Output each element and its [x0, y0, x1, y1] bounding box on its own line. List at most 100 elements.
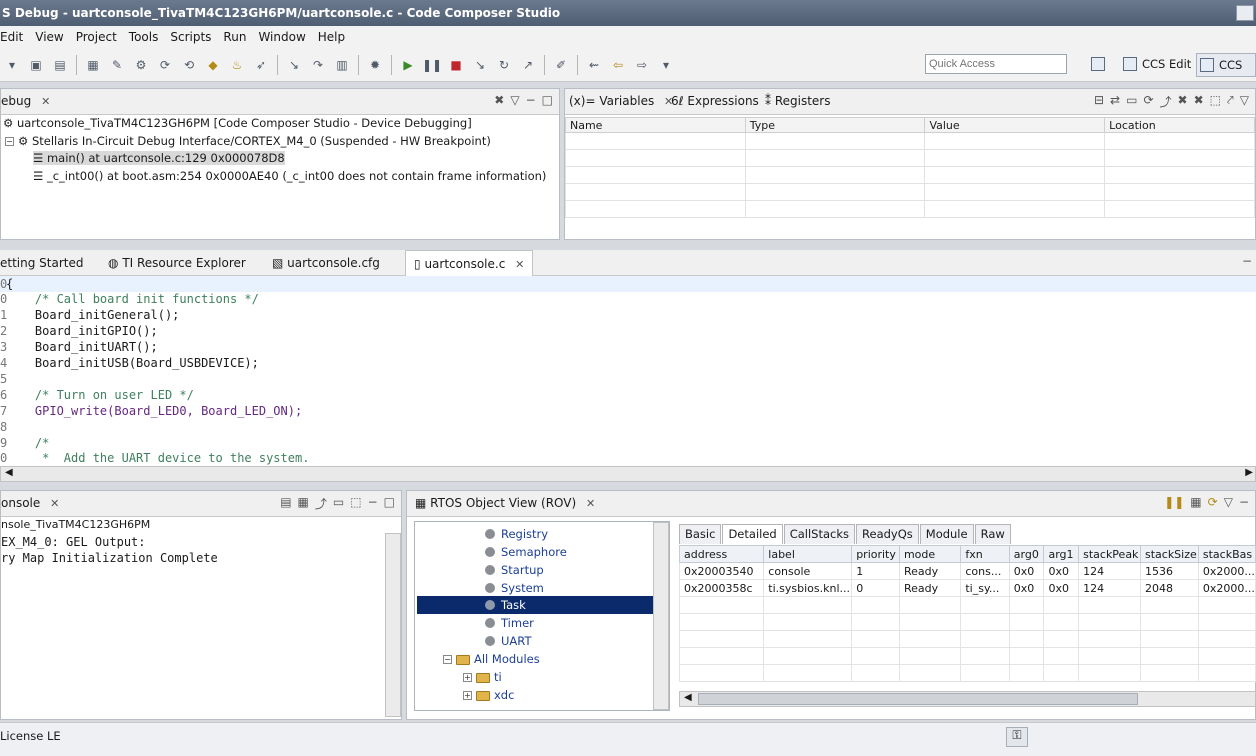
- column-header-location[interactable]: Location: [1104, 117, 1255, 133]
- minimize-icon[interactable]: −: [1239, 495, 1249, 509]
- maximize-icon[interactable]: □: [384, 495, 395, 512]
- tree-item-system[interactable]: System: [485, 579, 544, 597]
- menu-project[interactable]: Project: [76, 30, 123, 44]
- close-icon[interactable]: ✕: [41, 95, 50, 108]
- view-menu-icon[interactable]: ▽: [1224, 495, 1233, 509]
- add-global-icon[interactable]: ⤴: [1160, 93, 1172, 110]
- load-icon[interactable]: ◆: [204, 56, 222, 74]
- tree-node-xdc[interactable]: + xdc: [463, 686, 514, 704]
- table-row[interactable]: 0x20003540 console 1 Ready cons... 0x0 0…: [678, 562, 1256, 580]
- minimize-button[interactable]: [1236, 5, 1254, 21]
- tree-item-startup[interactable]: Startup: [485, 561, 544, 579]
- build-config-icon[interactable]: ⚙: [132, 56, 150, 74]
- debug-target-row[interactable]: − ⚙ Stellaris In-Circuit Debug Interface/…: [5, 134, 491, 148]
- scrollbar-thumb[interactable]: [698, 693, 1138, 705]
- expand-icon[interactable]: +: [463, 673, 472, 682]
- tools-icon[interactable]: ➶: [252, 56, 270, 74]
- column-header-stackpeak[interactable]: stackPeak: [1078, 545, 1141, 563]
- notification-icon[interactable]: ⚿: [1006, 727, 1028, 747]
- column-header-priority[interactable]: priority: [851, 545, 900, 563]
- tab-registers[interactable]: ⁑ Registers: [765, 94, 831, 108]
- flash-icon[interactable]: ♨: [228, 56, 246, 74]
- open-console-icon[interactable]: ⬚: [350, 495, 361, 512]
- export-icon[interactable]: ⤤: [1227, 93, 1234, 110]
- editor-horizontal-scrollbar[interactable]: ◀ ▶: [0, 466, 1256, 482]
- step-over-icon[interactable]: ↷: [309, 56, 327, 74]
- terminate-icon[interactable]: ■: [447, 56, 465, 74]
- column-header-arg0[interactable]: arg0: [1008, 545, 1045, 563]
- collapse-all-icon[interactable]: ⊟: [1094, 93, 1104, 110]
- scroll-left-icon[interactable]: ◀: [5, 467, 13, 478]
- column-header-address[interactable]: address: [678, 545, 765, 563]
- tab-detailed[interactable]: Detailed: [722, 524, 783, 544]
- stack-frame-main[interactable]: ☰ main() at uartconsole.c:129 0x000078D8: [33, 151, 285, 165]
- menu-help[interactable]: Help: [318, 30, 351, 44]
- refresh-icon[interactable]: ⟳: [1208, 495, 1218, 509]
- tab-variables[interactable]: (x)= Variables ✕: [569, 94, 673, 108]
- tab-basic[interactable]: Basic: [679, 524, 722, 544]
- column-header-fxn[interactable]: fxn: [960, 545, 1010, 563]
- tree-node-all-modules[interactable]: − All Modules: [443, 650, 540, 668]
- tab-uartconsole-cfg[interactable]: ▧ uartconsole.cfg: [272, 256, 380, 270]
- table-view-icon[interactable]: ▦: [1190, 495, 1201, 509]
- tab-rov[interactable]: ▦ RTOS Object View (ROV) ✕: [415, 496, 595, 510]
- menu-edit[interactable]: Edit: [0, 30, 29, 44]
- column-header-stackbase[interactable]: stackBas: [1197, 545, 1256, 563]
- connect-icon[interactable]: ⟳: [156, 56, 174, 74]
- rov-tree-scrollbar[interactable]: [653, 522, 669, 710]
- column-header-stacksize[interactable]: stackSize: [1139, 545, 1199, 563]
- tab-raw[interactable]: Raw: [974, 524, 1011, 544]
- menu-tools[interactable]: Tools: [129, 30, 165, 44]
- column-header-type[interactable]: Type: [744, 117, 926, 133]
- table-row[interactable]: 0x2000358c ti.sysbios.knl... 0 Ready ti_…: [678, 579, 1256, 597]
- tab-readyqs[interactable]: ReadyQs: [856, 524, 919, 544]
- tree-item-semaphore[interactable]: Semaphore: [485, 543, 567, 561]
- resume-icon[interactable]: ▶: [399, 56, 417, 74]
- menu-window[interactable]: Window: [258, 30, 311, 44]
- layout-icon[interactable]: ▭: [1126, 93, 1137, 110]
- close-icon[interactable]: ✕: [50, 497, 59, 510]
- scroll-lock-icon[interactable]: ▦: [298, 495, 309, 512]
- menu-scripts[interactable]: Scripts: [170, 30, 217, 44]
- remove-terminated-icon[interactable]: ✖: [494, 93, 504, 107]
- last-edit-icon[interactable]: ⇜: [585, 56, 603, 74]
- save-all-icon[interactable]: ▤: [51, 56, 69, 74]
- perspective-ccs-edit[interactable]: CCS Edit: [1120, 53, 1192, 77]
- remove-all-icon[interactable]: ✖: [1194, 93, 1204, 110]
- tree-item-task[interactable]: Task: [417, 596, 655, 614]
- pause-icon[interactable]: ❚❚: [1164, 495, 1184, 509]
- expand-icon[interactable]: +: [463, 691, 472, 700]
- column-header-label[interactable]: label: [763, 545, 853, 563]
- tab-debug[interactable]: ebug ✕: [1, 94, 50, 108]
- disconnect-icon[interactable]: ⟲: [180, 56, 198, 74]
- tree-item-uart[interactable]: UART: [485, 632, 531, 650]
- view-menu-icon[interactable]: ▽: [510, 93, 519, 107]
- back-icon[interactable]: ⇦: [609, 56, 627, 74]
- dropdown-icon[interactable]: ▾: [657, 56, 675, 74]
- console-vertical-scrollbar[interactable]: [385, 533, 401, 717]
- rov-table-horizontal-scrollbar[interactable]: ◀: [679, 691, 1256, 707]
- step-over-icon[interactable]: ↻: [495, 56, 513, 74]
- minimize-icon[interactable]: −: [526, 93, 536, 107]
- view-menu-icon[interactable]: ▽: [1240, 93, 1249, 110]
- forward-icon[interactable]: ⇨: [633, 56, 651, 74]
- close-icon[interactable]: ✕: [515, 258, 524, 271]
- console-output[interactable]: EX_M4_0: GEL Output: ry Map Initializati…: [1, 534, 218, 566]
- build-icon[interactable]: ✎: [108, 56, 126, 74]
- column-header-name[interactable]: Name: [565, 117, 746, 133]
- pin-console-icon[interactable]: ⤴: [315, 495, 327, 512]
- tab-uartconsole-c[interactable]: ▯ uartconsole.c ✕: [405, 250, 534, 276]
- tab-callstacks[interactable]: CallStacks: [783, 524, 856, 544]
- column-header-value[interactable]: Value: [924, 117, 1106, 133]
- show-type-icon[interactable]: ⇄: [1110, 93, 1120, 110]
- open-new-icon[interactable]: ⬚: [1210, 93, 1221, 110]
- debug-icon[interactable]: ✹: [366, 56, 384, 74]
- collapse-icon[interactable]: −: [5, 137, 14, 146]
- close-icon[interactable]: ✕: [586, 497, 595, 510]
- dropdown-icon[interactable]: ▾: [3, 56, 21, 74]
- suspend-icon[interactable]: ❚❚: [422, 56, 442, 74]
- code-editor[interactable]: 0{ 0 /* Call board init functions */ 1 B…: [0, 276, 1256, 466]
- remove-icon[interactable]: ✖: [1178, 93, 1188, 110]
- tab-getting-started[interactable]: etting Started: [0, 256, 83, 270]
- debug-session-row[interactable]: ⚙ uartconsole_TivaTM4C123GH6PM [Code Com…: [3, 116, 472, 130]
